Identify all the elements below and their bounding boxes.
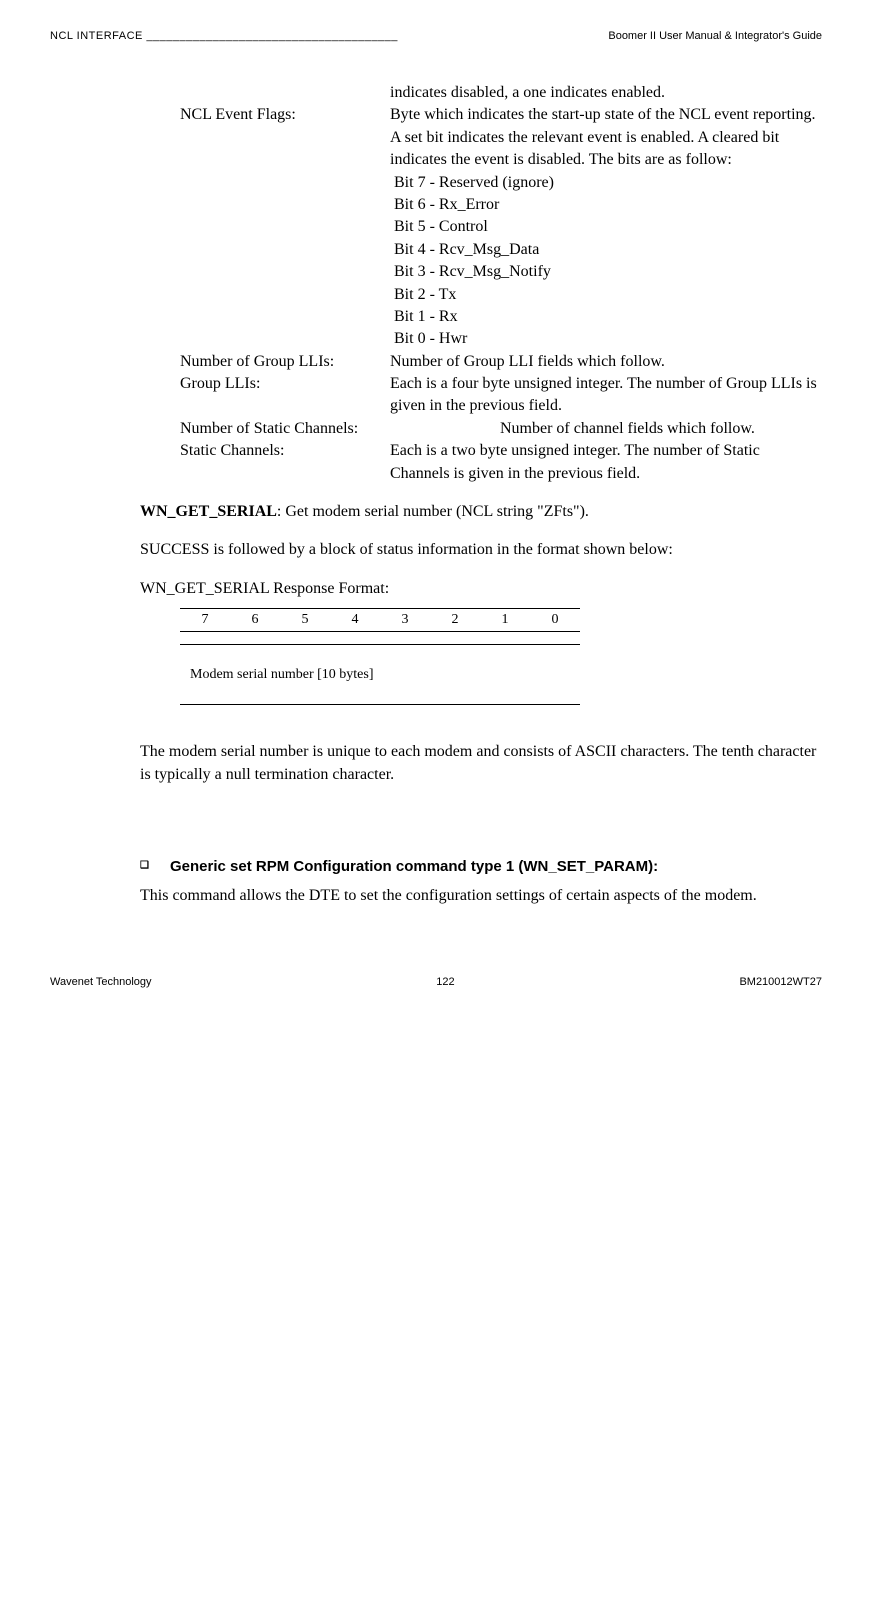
bit-col-7: 7 [180, 609, 230, 631]
bit-col-3: 3 [380, 609, 430, 631]
bit-col-2: 2 [430, 609, 480, 631]
serial-description-para: The modem serial number is unique to eac… [140, 741, 822, 786]
footer-right: BM210012WT27 [739, 976, 822, 988]
def-label-num-static-channels: Number of Static Channels: [140, 418, 500, 440]
bit-header-row: 7 6 5 4 3 2 1 0 [180, 608, 580, 632]
success-para: SUCCESS is followed by a block of status… [140, 539, 822, 561]
footer-page-number: 122 [436, 976, 454, 988]
bit-5: Bit 5 - Control [390, 216, 822, 238]
page-footer: Wavenet Technology 122 BM210012WT27 [50, 968, 822, 988]
bit-6: Bit 6 - Rx_Error [390, 194, 822, 216]
bit-col-5: 5 [280, 609, 330, 631]
def-desc-group-llis: Each is a four byte unsigned integer. Th… [390, 373, 822, 418]
section-heading-text: Generic set RPM Configuration command ty… [170, 856, 822, 877]
bit-2: Bit 2 - Tx [390, 284, 822, 306]
bullet-icon: ❑ [140, 856, 170, 873]
wn-get-serial-label: WN_GET_SERIAL [140, 503, 277, 520]
def-static-channels: Static Channels: Each is a two byte unsi… [140, 440, 822, 485]
def-desc-static-channels: Each is a two byte unsigned integer. The… [390, 440, 822, 485]
bit-1: Bit 1 - Rx [390, 306, 822, 328]
response-format-title: WN_GET_SERIAL Response Format: [140, 578, 822, 600]
header-right: Boomer II User Manual & Integrator's Gui… [608, 30, 822, 42]
bit-3: Bit 3 - Rcv_Msg_Notify [390, 261, 822, 283]
bit-col-1: 1 [480, 609, 530, 631]
def-label-ncl-event-flags: NCL Event Flags: [140, 104, 390, 350]
bit-col-6: 6 [230, 609, 280, 631]
page-header: NCL INTERFACE __________________________… [50, 30, 822, 42]
header-left: NCL INTERFACE __________________________… [50, 30, 398, 42]
footer-left: Wavenet Technology [50, 976, 152, 988]
def-desc-ncl-event-flags: Byte which indicates the start-up state … [390, 104, 822, 171]
bit-7: Bit 7 - Reserved (ignore) [390, 172, 822, 194]
def-label-num-group-llis: Number of Group LLIs: [140, 351, 390, 373]
def-label-static-channels: Static Channels: [140, 440, 390, 485]
main-content: indicates disabled, a one indicates enab… [140, 82, 822, 908]
def-preceding-continuation: indicates disabled, a one indicates enab… [140, 82, 822, 104]
def-label-group-llis: Group LLIs: [140, 373, 390, 418]
def-desc-num-static-channels: Number of channel fields which follow. [500, 418, 822, 440]
def-group-llis: Group LLIs: Each is a four byte unsigned… [140, 373, 822, 418]
response-format-table: 7 6 5 4 3 2 1 0 Modem serial number [10 … [180, 608, 580, 705]
bit-0: Bit 0 - Hwr [390, 328, 822, 350]
section-heading-wn-set-param: ❑ Generic set RPM Configuration command … [140, 856, 822, 877]
def-desc-num-group-llis: Number of Group LLI fields which follow. [390, 351, 822, 373]
bit-col-0: 0 [530, 609, 580, 631]
bit-4: Bit 4 - Rcv_Msg_Data [390, 239, 822, 261]
wn-get-serial-line: WN_GET_SERIAL: Get modem serial number (… [140, 501, 822, 523]
def-num-group-llis: Number of Group LLIs: Number of Group LL… [140, 351, 822, 373]
bit-col-4: 4 [330, 609, 380, 631]
wn-get-serial-desc: : Get modem serial number (NCL string "Z… [277, 503, 589, 520]
serial-number-row: Modem serial number [10 bytes] [180, 644, 580, 706]
def-pre-text: indicates disabled, a one indicates enab… [390, 82, 822, 104]
section-body-text: This command allows the DTE to set the c… [140, 885, 822, 907]
def-ncl-event-flags: NCL Event Flags: Byte which indicates th… [140, 104, 822, 350]
def-num-static-channels: Number of Static Channels: Number of cha… [140, 418, 822, 440]
